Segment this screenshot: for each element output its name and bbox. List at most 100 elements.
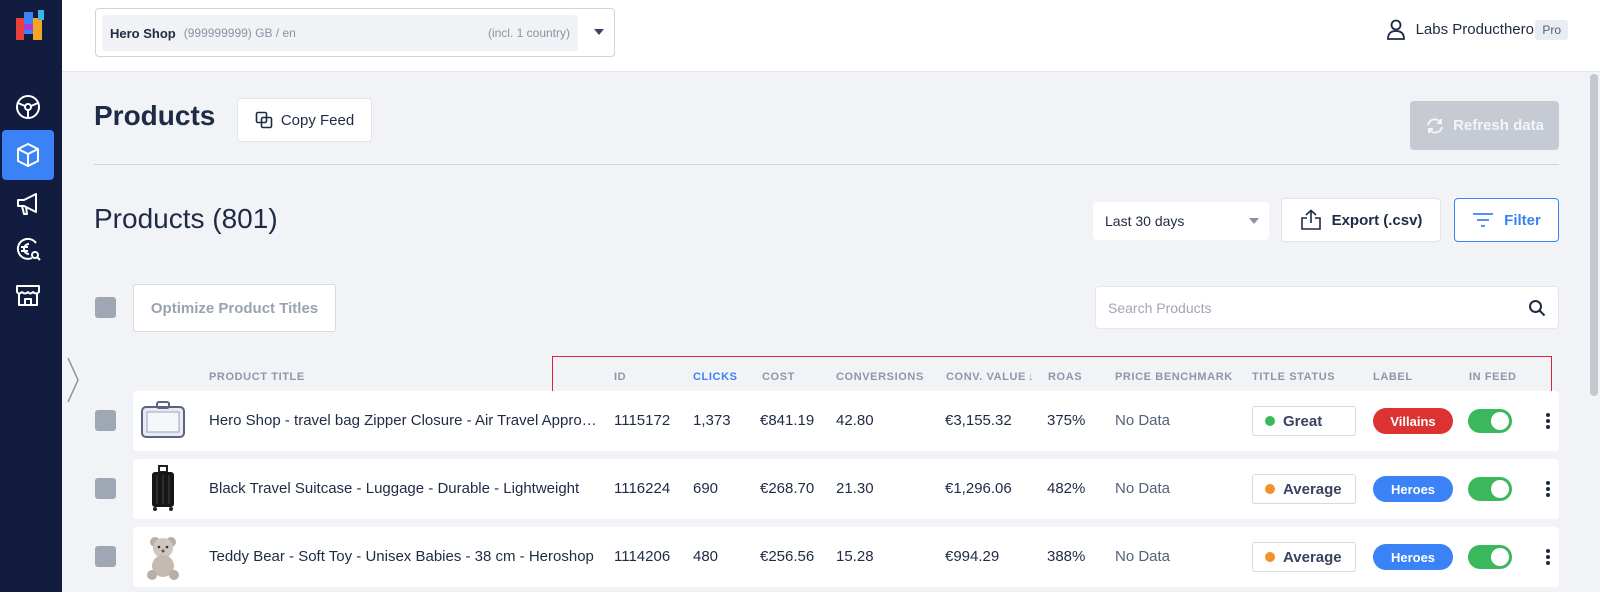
product-title[interactable]: Teddy Bear - Soft Toy - Unisex Babies - …	[209, 548, 599, 565]
column-header-product-title[interactable]: PRODUCT TITLE	[209, 371, 305, 383]
user-menu[interactable]: Labs Producthero	[1385, 18, 1534, 40]
sidebar	[0, 0, 62, 592]
label-badge[interactable]: Heroes	[1373, 544, 1453, 570]
status-dot	[1265, 416, 1275, 426]
optimize-product-titles-button[interactable]: Optimize Product Titles	[133, 284, 336, 332]
plan-badge: Pro	[1535, 20, 1568, 40]
clicks-value: 480	[693, 548, 719, 565]
topbar: Hero Shop (999999999) GB / en (incl. 1 c…	[62, 0, 1600, 72]
roas-value: 482%	[1047, 480, 1086, 497]
roas-value: 375%	[1047, 412, 1086, 429]
more-options-icon[interactable]	[1545, 413, 1551, 429]
kebab-dot	[1546, 481, 1550, 485]
sidebar-item-pricing[interactable]	[2, 224, 54, 274]
cost-value: €841.19	[760, 412, 815, 429]
steering-wheel-icon	[16, 95, 40, 119]
filter-label: Filter	[1504, 211, 1541, 229]
table-row[interactable]: Teddy Bear - Soft Toy - Unisex Babies - …	[133, 527, 1559, 587]
box-icon	[17, 143, 39, 167]
sidebar-item-store[interactable]	[2, 270, 54, 320]
price-benchmark-value: No Data	[1115, 548, 1171, 565]
product-id: 1116224	[614, 480, 671, 497]
copy-feed-button[interactable]: Copy Feed	[237, 98, 372, 142]
shop-selector-value[interactable]: Hero Shop (999999999) GB / en (incl. 1 c…	[102, 15, 578, 51]
search-products[interactable]	[1095, 286, 1559, 329]
chevron-down-icon[interactable]	[594, 29, 604, 35]
chevron-right-icon[interactable]	[66, 356, 80, 404]
title-status-badge[interactable]: Great	[1252, 406, 1356, 436]
in-feed-toggle[interactable]	[1468, 477, 1512, 501]
status-dot	[1265, 552, 1275, 562]
title-status-value: Great	[1283, 412, 1323, 430]
product-thumbnail[interactable]	[139, 397, 187, 445]
kebab-dot	[1546, 425, 1550, 429]
more-options-icon[interactable]	[1545, 549, 1551, 565]
kebab-dot	[1546, 561, 1550, 565]
title-status-badge[interactable]: Average	[1252, 474, 1356, 504]
product-id: 1114206	[614, 548, 671, 565]
date-range-value: Last 30 days	[1105, 213, 1185, 229]
label-badge[interactable]: Villains	[1373, 408, 1453, 434]
date-range-select[interactable]: Last 30 days	[1093, 202, 1269, 240]
title-status-value: Average	[1283, 548, 1342, 566]
chevron-down-icon	[1249, 218, 1259, 224]
search-input[interactable]	[1108, 299, 1528, 316]
title-status-value: Average	[1283, 480, 1342, 498]
kebab-dot	[1546, 413, 1550, 417]
product-thumbnail[interactable]	[139, 533, 187, 581]
status-dot	[1265, 484, 1275, 494]
label-badge[interactable]: Heroes	[1373, 476, 1453, 502]
title-status-badge[interactable]: Average	[1252, 542, 1356, 572]
upload-icon	[1300, 209, 1321, 230]
export-csv-label: Export (.csv)	[1331, 211, 1423, 229]
clicks-value: 690	[693, 480, 719, 497]
filter-button[interactable]: Filter	[1454, 198, 1559, 242]
toggle-knob	[1491, 480, 1509, 498]
sidebar-item-dashboard[interactable]	[2, 82, 54, 132]
more-options-icon[interactable]	[1545, 481, 1551, 497]
in-feed-toggle[interactable]	[1468, 545, 1512, 569]
shop-name: Hero Shop	[110, 25, 176, 41]
table-row[interactable]: Black Travel Suitcase - Luggage - Durabl…	[133, 459, 1559, 519]
shop-selector[interactable]: Hero Shop (999999999) GB / en (incl. 1 c…	[95, 8, 615, 57]
row-checkbox[interactable]	[95, 478, 116, 499]
user-icon	[1386, 19, 1405, 40]
shop-meta: (999999999) GB / en	[183, 26, 296, 40]
price-benchmark-value: No Data	[1115, 480, 1171, 497]
scrollbar[interactable]	[1590, 74, 1598, 396]
toggle-knob	[1491, 412, 1509, 430]
row-checkbox[interactable]	[95, 410, 116, 431]
kebab-dot	[1546, 487, 1550, 491]
sidebar-item-products[interactable]	[2, 130, 54, 180]
euro-search-icon	[16, 237, 41, 261]
table-row[interactable]: Hero Shop - travel bag Zipper Closure - …	[133, 391, 1559, 451]
refresh-data-button[interactable]: Refresh data	[1410, 101, 1559, 150]
page-title: Products	[94, 100, 216, 131]
conv-value-value: €994.29	[945, 548, 1000, 565]
conversions-value: 15.28	[836, 548, 874, 565]
highlight-annotation	[552, 356, 1552, 392]
search-icon[interactable]	[1528, 299, 1546, 317]
row-checkbox[interactable]	[95, 546, 116, 567]
sidebar-item-campaigns[interactable]	[2, 178, 54, 228]
product-title[interactable]: Black Travel Suitcase - Luggage - Durabl…	[209, 480, 599, 497]
export-csv-button[interactable]: Export (.csv)	[1281, 198, 1441, 242]
product-thumbnail[interactable]	[139, 465, 187, 513]
megaphone-icon	[17, 193, 37, 215]
copy-icon	[255, 111, 273, 129]
user-name: Labs Producthero	[1415, 20, 1534, 38]
roas-value: 388%	[1047, 548, 1086, 565]
clicks-value: 1,373	[693, 412, 731, 429]
product-title[interactable]: Hero Shop - travel bag Zipper Closure - …	[209, 412, 599, 429]
kebab-dot	[1546, 493, 1550, 497]
producthero-logo[interactable]	[14, 8, 48, 42]
conv-value-value: €3,155.32	[945, 412, 1012, 429]
refresh-icon	[1427, 117, 1444, 134]
in-feed-toggle[interactable]	[1468, 409, 1512, 433]
products-count-title: Products (801)	[94, 203, 278, 234]
select-all-checkbox[interactable]	[95, 297, 116, 318]
conv-value-value: €1,296.06	[945, 480, 1012, 497]
toggle-knob	[1491, 548, 1509, 566]
price-benchmark-value: No Data	[1115, 412, 1171, 429]
conversions-value: 42.80	[836, 412, 874, 429]
